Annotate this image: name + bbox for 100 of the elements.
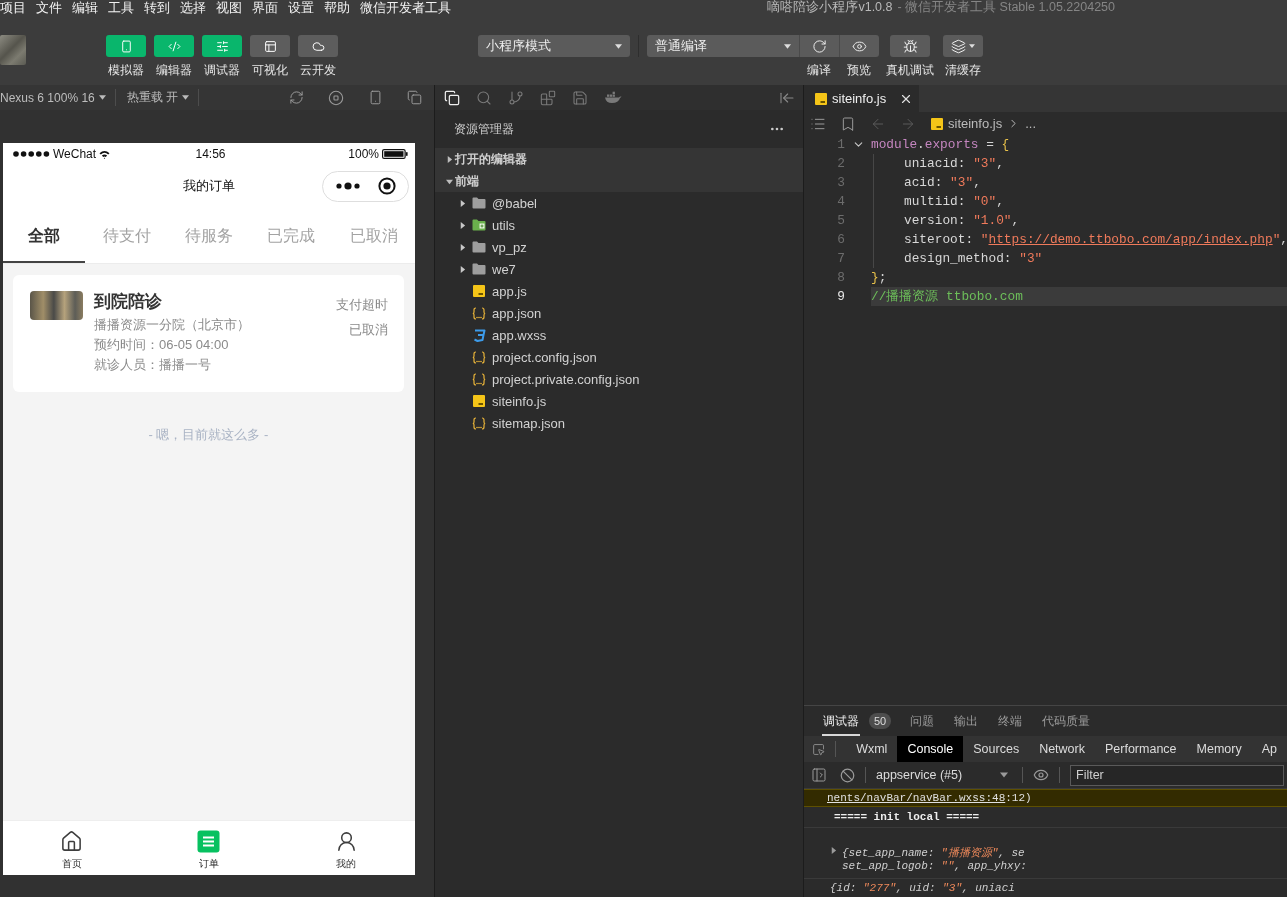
mode-toggle-button[interactable] xyxy=(202,35,242,57)
caret-right-icon[interactable] xyxy=(445,155,453,163)
folder-icon xyxy=(472,197,486,209)
menu-item[interactable]: 编辑 xyxy=(72,0,98,15)
toolbar-label: 清缓存 xyxy=(945,63,981,77)
file-name[interactable]: siteinfo.js xyxy=(492,393,547,409)
devtools-tab[interactable]: Ap xyxy=(1251,736,1287,762)
menu-item[interactable]: 设置 xyxy=(288,0,314,15)
device-dropdown[interactable]: Nexus 6 100% 16 xyxy=(0,89,116,106)
more-dots-icon[interactable] xyxy=(336,182,360,190)
caret-down-icon xyxy=(1000,772,1008,778)
menu-item[interactable]: 工具 xyxy=(108,0,134,15)
file-name[interactable]: utils xyxy=(492,217,516,233)
devtools-tab[interactable]: Memory xyxy=(1186,736,1252,762)
toolbar-button[interactable] xyxy=(943,35,983,57)
file-name[interactable]: app.js xyxy=(492,283,527,299)
whale-icon[interactable] xyxy=(604,91,622,104)
caret-down-icon[interactable] xyxy=(445,177,453,185)
file-name[interactable]: project.config.json xyxy=(492,349,597,365)
files-icon[interactable] xyxy=(444,89,460,106)
sidebar-toggle-icon[interactable] xyxy=(811,767,827,783)
code-link[interactable]: https://demo.ttbobo.com/app/index.php xyxy=(988,232,1273,247)
breadcrumb-item[interactable]: ... xyxy=(1025,116,1037,131)
editor-tab[interactable]: siteinfo.js xyxy=(804,85,919,112)
mode-toggle-button[interactable] xyxy=(250,35,290,57)
blocks-icon[interactable] xyxy=(540,89,556,106)
line-number: 3 xyxy=(836,175,845,190)
clock-text: 14:56 xyxy=(195,147,226,161)
caret-right-icon[interactable] xyxy=(830,847,837,854)
order-card[interactable]: 到院陪诊 播播资源一分院（北京市） 预约时间：06-05 04:00 就诊人员：播播一号 支付超时 已取消 xyxy=(13,275,404,392)
menu-item[interactable]: 视图 xyxy=(216,0,242,15)
panel-tab[interactable]: 终端 xyxy=(997,706,1024,736)
code-line: version: "1.0", xyxy=(871,211,1287,230)
phone-icon xyxy=(119,39,133,53)
mode-dropdown[interactable]: 小程序模式 xyxy=(478,35,630,57)
search-icon[interactable] xyxy=(476,89,492,106)
file-name[interactable]: project.private.config.json xyxy=(492,371,640,387)
caret-right-icon[interactable] xyxy=(458,221,466,229)
menu-item[interactable]: 帮助 xyxy=(324,0,350,15)
windows-icon[interactable] xyxy=(407,90,422,105)
stop-icon[interactable] xyxy=(328,89,344,106)
phone-icon[interactable] xyxy=(368,90,383,105)
file-name[interactable]: app.json xyxy=(492,305,542,321)
line-number: 5 xyxy=(836,213,845,228)
menu-item[interactable]: 项目 xyxy=(0,0,26,15)
mode-toggle-button[interactable] xyxy=(106,35,146,57)
console-object-text: {id: "277", uid: "3", uniaci xyxy=(830,882,1015,895)
toolbar-label: 模拟器 xyxy=(108,63,144,77)
toolbar-label: 预览 xyxy=(847,63,871,77)
file-name[interactable]: app.wxss xyxy=(492,327,547,343)
clear-icon[interactable] xyxy=(840,767,855,783)
git-branch-icon[interactable] xyxy=(508,89,524,106)
menu-item[interactable]: 转到 xyxy=(144,0,170,15)
devtools-tab[interactable]: Performance xyxy=(1095,736,1187,762)
hot-reload-dropdown[interactable]: 热重载 开 xyxy=(115,89,200,106)
toolbar-button[interactable] xyxy=(890,35,930,57)
devtools-tab[interactable]: Console xyxy=(897,736,964,762)
menu-item[interactable]: 界面 xyxy=(252,0,278,15)
filter-input[interactable]: Filter xyxy=(1070,764,1284,786)
toolbar-button[interactable] xyxy=(799,35,839,57)
js-file-icon xyxy=(815,92,827,105)
refresh-icon[interactable] xyxy=(289,90,304,105)
file-name[interactable]: vp_pz xyxy=(492,239,527,255)
devtools-tab[interactable]: Sources xyxy=(963,736,1030,762)
cloud-icon xyxy=(311,39,325,53)
file-name[interactable]: sitemap.json xyxy=(492,415,565,431)
panel-tab[interactable]: 代码质量 xyxy=(1041,706,1092,736)
mode-toggle-button[interactable] xyxy=(298,35,338,57)
save-icon[interactable] xyxy=(572,89,588,106)
section-header[interactable]: 前端 xyxy=(435,170,803,192)
source-link[interactable]: nents/navBar/navBar.wxss:48 xyxy=(827,792,1006,804)
breadcrumb-item[interactable]: siteinfo.js xyxy=(948,116,1003,131)
target-icon[interactable] xyxy=(378,177,396,195)
menu-item[interactable]: 微信开发者工具 xyxy=(360,0,451,15)
file-name[interactable]: @babel xyxy=(492,195,537,211)
battery-icon xyxy=(382,149,408,159)
devtools-tab[interactable]: Wxml xyxy=(846,736,898,762)
section-label: 前端 xyxy=(455,172,479,190)
context-dropdown[interactable]: appservice (#5) xyxy=(876,765,1012,785)
bookmark-icon[interactable] xyxy=(840,115,856,132)
section-header[interactable]: 打开的编辑器 xyxy=(435,148,803,170)
hospital-text: 播播资源一分院（北京市） xyxy=(94,316,250,334)
caret-down-icon xyxy=(182,95,190,100)
window-title: 嘀嗒陪诊小程序v1.0.8 xyxy=(767,0,893,15)
caret-right-icon[interactable] xyxy=(458,265,466,273)
toolbar-button[interactable] xyxy=(839,35,879,57)
panel-tab[interactable]: 问题 xyxy=(909,706,936,736)
file-name[interactable]: we7 xyxy=(492,261,516,277)
sliders-icon xyxy=(215,39,229,53)
devtools-tab[interactable]: Network xyxy=(1029,736,1095,762)
menu-item[interactable]: 选择 xyxy=(180,0,206,15)
eye-icon[interactable] xyxy=(1033,767,1049,783)
carrier-text: WeChat xyxy=(53,147,97,161)
inspect-icon[interactable] xyxy=(812,741,826,757)
compile-dropdown[interactable]: 普通编译 xyxy=(647,35,799,57)
caret-right-icon[interactable] xyxy=(458,243,466,251)
mode-toggle-button[interactable] xyxy=(154,35,194,57)
panel-tab[interactable]: 输出 xyxy=(953,706,980,736)
menu-item[interactable]: 文件 xyxy=(36,0,62,15)
caret-right-icon[interactable] xyxy=(458,199,466,207)
